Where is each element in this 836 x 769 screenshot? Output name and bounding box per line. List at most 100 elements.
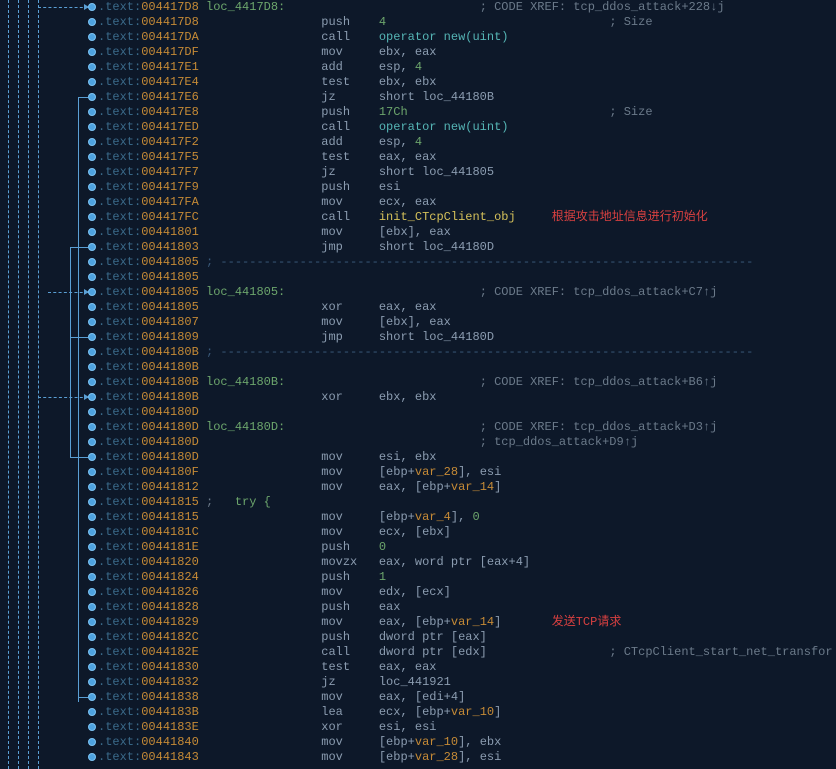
asm-line[interactable]: .text:004417DA call operator new(uint)	[98, 30, 836, 45]
asm-line[interactable]: .text:00441807 mov [ebx], eax	[98, 315, 836, 330]
asm-line[interactable]: .text:004417FC call init_CTcpClient_obj …	[98, 210, 836, 225]
asm-line[interactable]: .text:004417D8 push 4 ; Size	[98, 15, 836, 30]
breakpoint-bullet[interactable]	[88, 243, 96, 251]
breakpoint-bullet[interactable]	[88, 363, 96, 371]
asm-line[interactable]: .text:004417FA mov ecx, eax	[98, 195, 836, 210]
asm-line[interactable]: .text:004417E8 push 17Ch ; Size	[98, 105, 836, 120]
breakpoint-bullet[interactable]	[88, 153, 96, 161]
breakpoint-bullet[interactable]	[88, 108, 96, 116]
breakpoint-bullet[interactable]	[88, 33, 96, 41]
asm-line[interactable]: .text:0044183B lea ecx, [ebp+var_10]	[98, 705, 836, 720]
breakpoint-bullet[interactable]	[88, 693, 96, 701]
asm-line[interactable]: .text:00441805 xor eax, eax	[98, 300, 836, 315]
breakpoint-bullet[interactable]	[88, 408, 96, 416]
asm-line[interactable]: .text:00441840 mov [ebp+var_10], ebx	[98, 735, 836, 750]
breakpoint-bullet[interactable]	[88, 498, 96, 506]
asm-line[interactable]: .text:00441828 push eax	[98, 600, 836, 615]
asm-line[interactable]: .text:004417E6 jz short loc_44180B	[98, 90, 836, 105]
breakpoint-bullet[interactable]	[88, 423, 96, 431]
asm-line[interactable]: .text:0044180D	[98, 405, 836, 420]
breakpoint-bullet[interactable]	[88, 378, 96, 386]
breakpoint-bullet[interactable]	[88, 393, 96, 401]
breakpoint-bullet[interactable]	[88, 288, 96, 296]
breakpoint-bullet[interactable]	[88, 438, 96, 446]
breakpoint-bullet[interactable]	[88, 63, 96, 71]
asm-line[interactable]: .text:0044180D loc_44180D: ; CODE XREF: …	[98, 420, 836, 435]
asm-line[interactable]: .text:00441829 mov eax, [ebp+var_14] 发送T…	[98, 615, 836, 630]
breakpoint-bullet[interactable]	[88, 603, 96, 611]
asm-line[interactable]: .text:0044182C push dword ptr [eax]	[98, 630, 836, 645]
asm-line[interactable]: .text:0044180B xor ebx, ebx	[98, 390, 836, 405]
asm-line[interactable]: .text:0044180B	[98, 360, 836, 375]
breakpoint-bullet[interactable]	[88, 528, 96, 536]
breakpoint-bullet[interactable]	[88, 183, 96, 191]
asm-line[interactable]: .text:00441830 test eax, eax	[98, 660, 836, 675]
asm-line[interactable]: .text:004417E1 add esp, 4	[98, 60, 836, 75]
asm-line[interactable]: .text:00441843 mov [ebp+var_28], esi	[98, 750, 836, 765]
breakpoint-bullet[interactable]	[88, 228, 96, 236]
asm-line[interactable]: .text:0044181E push 0	[98, 540, 836, 555]
asm-line[interactable]: .text:00441801 mov [ebx], eax	[98, 225, 836, 240]
breakpoint-bullet[interactable]	[88, 213, 96, 221]
asm-line[interactable]: .text:00441803 jmp short loc_44180D	[98, 240, 836, 255]
asm-line[interactable]: .text:00441832 jz loc_441921	[98, 675, 836, 690]
breakpoint-bullet[interactable]	[88, 738, 96, 746]
asm-line[interactable]: .text:004417F7 jz short loc_441805	[98, 165, 836, 180]
asm-line[interactable]: .text:00441812 mov eax, [ebp+var_14]	[98, 480, 836, 495]
breakpoint-bullet[interactable]	[88, 273, 96, 281]
breakpoint-bullet[interactable]	[88, 198, 96, 206]
asm-line[interactable]: .text:00441805 loc_441805: ; CODE XREF: …	[98, 285, 836, 300]
breakpoint-bullet[interactable]	[88, 648, 96, 656]
asm-line[interactable]: .text:004417D8 loc_4417D8: ; CODE XREF: …	[98, 0, 836, 15]
asm-line[interactable]: .text:0044180F mov [ebp+var_28], esi	[98, 465, 836, 480]
asm-line[interactable]: .text:0044183E xor esi, esi	[98, 720, 836, 735]
breakpoint-bullet[interactable]	[88, 348, 96, 356]
asm-line[interactable]: .text:00441815 ; try {	[98, 495, 836, 510]
asm-line[interactable]: .text:004417F5 test eax, eax	[98, 150, 836, 165]
breakpoint-bullet[interactable]	[88, 663, 96, 671]
asm-line[interactable]: .text:0044180B ; -----------------------…	[98, 345, 836, 360]
breakpoint-bullet[interactable]	[88, 93, 96, 101]
asm-line[interactable]: .text:0044182E call dword ptr [edx] ; CT…	[98, 645, 836, 660]
breakpoint-bullet[interactable]	[88, 618, 96, 626]
asm-line[interactable]: .text:00441805 ; -----------------------…	[98, 255, 836, 270]
breakpoint-bullet[interactable]	[88, 18, 96, 26]
asm-line[interactable]: .text:0044180B loc_44180B: ; CODE XREF: …	[98, 375, 836, 390]
breakpoint-bullet[interactable]	[88, 723, 96, 731]
asm-line[interactable]: .text:00441826 mov edx, [ecx]	[98, 585, 836, 600]
breakpoint-bullet[interactable]	[88, 468, 96, 476]
asm-line[interactable]: .text:004417F9 push esi	[98, 180, 836, 195]
asm-line[interactable]: .text:00441838 mov eax, [edi+4]	[98, 690, 836, 705]
asm-line[interactable]: .text:00441809 jmp short loc_44180D	[98, 330, 836, 345]
asm-line[interactable]: .text:00441824 push 1	[98, 570, 836, 585]
asm-line[interactable]: .text:00441820 movzx eax, word ptr [eax+…	[98, 555, 836, 570]
breakpoint-bullet[interactable]	[88, 513, 96, 521]
breakpoint-bullet[interactable]	[88, 168, 96, 176]
breakpoint-bullet[interactable]	[88, 3, 96, 11]
asm-line[interactable]: .text:00441815 mov [ebp+var_4], 0	[98, 510, 836, 525]
breakpoint-bullet[interactable]	[88, 588, 96, 596]
asm-line[interactable]: .text:004417E4 test ebx, ebx	[98, 75, 836, 90]
asm-line[interactable]: .text:0044181C mov ecx, [ebx]	[98, 525, 836, 540]
breakpoint-bullet[interactable]	[88, 678, 96, 686]
asm-line[interactable]: .text:0044180D mov esi, ebx	[98, 450, 836, 465]
breakpoint-bullet[interactable]	[88, 123, 96, 131]
breakpoint-bullet[interactable]	[88, 318, 96, 326]
breakpoint-bullet[interactable]	[88, 333, 96, 341]
breakpoint-bullet[interactable]	[88, 543, 96, 551]
breakpoint-bullet[interactable]	[88, 258, 96, 266]
breakpoint-bullet[interactable]	[88, 573, 96, 581]
breakpoint-bullet[interactable]	[88, 138, 96, 146]
breakpoint-bullet[interactable]	[88, 708, 96, 716]
breakpoint-bullet[interactable]	[88, 558, 96, 566]
breakpoint-bullet[interactable]	[88, 453, 96, 461]
asm-line[interactable]: .text:004417ED call operator new(uint)	[98, 120, 836, 135]
code-listing[interactable]: .text:004417D8 loc_4417D8: ; CODE XREF: …	[98, 0, 836, 769]
asm-line[interactable]: .text:0044180D ; tcp_ddos_attack+D9↑j	[98, 435, 836, 450]
breakpoint-bullet[interactable]	[88, 48, 96, 56]
breakpoint-bullet[interactable]	[88, 633, 96, 641]
breakpoint-bullet[interactable]	[88, 753, 96, 761]
asm-line[interactable]: .text:00441805	[98, 270, 836, 285]
breakpoint-bullet[interactable]	[88, 78, 96, 86]
asm-line[interactable]: .text:004417DF mov ebx, eax	[98, 45, 836, 60]
